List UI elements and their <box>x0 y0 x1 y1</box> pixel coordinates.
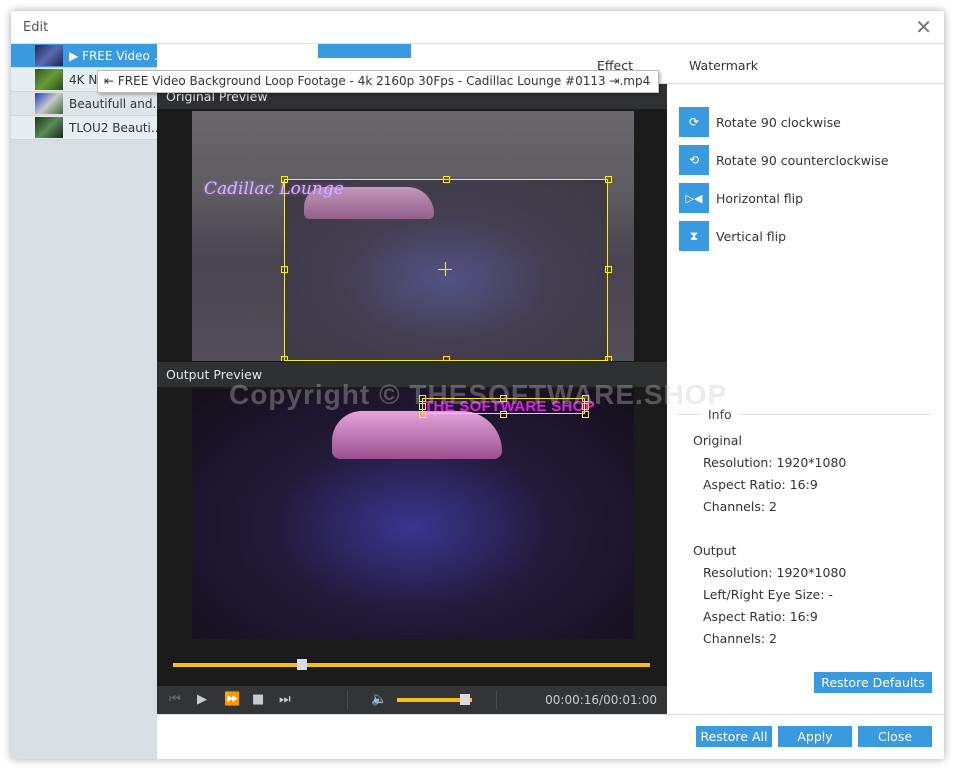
apply-button[interactable]: Apply <box>778 726 852 747</box>
volume-icon[interactable]: 🔈 <box>371 692 387 707</box>
preview-pane: Original Preview Cadillac Lounge Output … <box>157 84 667 714</box>
divider <box>347 691 348 709</box>
output-aspect-ratio: Aspect Ratio: 16:9 <box>703 609 818 624</box>
crop-handle[interactable] <box>605 176 612 183</box>
vertical-flip-button[interactable]: ⧗ Vertical flip <box>679 221 786 251</box>
skip-start-icon[interactable]: ⏮ <box>169 692 181 707</box>
original-channels: Channels: 2 <box>703 499 777 514</box>
file-list-item[interactable]: TLOU2 Beauti... <box>11 116 157 140</box>
rotate-ccw-button[interactable]: ⟲ Rotate 90 counterclockwise <box>679 145 889 175</box>
video-thumbnail <box>35 69 63 90</box>
watermark-handle[interactable] <box>582 411 589 418</box>
flip-horizontal-icon: ▷◀ <box>679 183 709 213</box>
file-name: Beautifull and... <box>69 96 157 111</box>
watermark-handle[interactable] <box>419 395 426 402</box>
watermark-handle[interactable] <box>582 395 589 402</box>
watermark-handle[interactable] <box>419 411 426 418</box>
action-label: Vertical flip <box>716 228 787 244</box>
action-label: Rotate 90 clockwise <box>716 114 841 130</box>
dialog-title: Edit <box>23 20 49 35</box>
close-button[interactable]: Close <box>858 726 932 747</box>
divider <box>496 691 497 709</box>
crop-handle[interactable] <box>281 176 288 183</box>
output-resolution: Resolution: 1920*1080 <box>703 565 847 580</box>
restore-defaults-button[interactable]: Restore Defaults <box>814 672 932 693</box>
watermark-handle[interactable] <box>500 411 507 418</box>
crop-handle[interactable] <box>605 266 612 273</box>
crop-handle[interactable] <box>443 356 450 361</box>
rotate-ccw-icon: ⟲ <box>679 145 709 175</box>
video-thumbnail <box>35 93 63 114</box>
tab-active[interactable] <box>318 44 411 58</box>
crosshair-icon <box>445 262 446 276</box>
crop-handle[interactable] <box>605 356 612 361</box>
original-video: Cadillac Lounge <box>192 111 634 361</box>
stop-icon[interactable]: ■ <box>252 692 264 707</box>
footer: Restore All Apply Close <box>157 714 944 759</box>
original-aspect-ratio: Aspect Ratio: 16:9 <box>703 477 818 492</box>
tab-watermark[interactable]: Watermark <box>689 44 758 84</box>
original-heading: Original <box>693 433 742 448</box>
seek-thumb[interactable] <box>296 659 307 670</box>
file-name: TLOU2 Beauti... <box>69 120 157 135</box>
output-video: THE SOFTWARE SHOP <box>192 389 634 639</box>
file-name: ▶ FREE Video ... <box>69 48 157 63</box>
play-icon[interactable]: ▶ <box>197 692 207 707</box>
output-channels: Channels: 2 <box>703 631 777 646</box>
playback-controls: ⏮ ▶ ⏩ ■ ⏭ 🔈 00:00:16/00:01:00 <box>157 686 667 714</box>
crop-box[interactable] <box>284 179 608 361</box>
original-resolution: Resolution: 1920*1080 <box>703 455 847 470</box>
title-bar: Edit ✕ <box>11 11 944 44</box>
edit-dialog: Edit ✕ ▶ FREE Video ... 4K Nature & Lan.… <box>11 11 944 759</box>
watermark-handle[interactable] <box>582 403 589 410</box>
file-list-item[interactable]: Beautifull and... <box>11 92 157 116</box>
fast-forward-icon[interactable]: ⏩ <box>224 692 240 707</box>
crop-handle[interactable] <box>443 176 450 183</box>
horizontal-flip-button[interactable]: ▷◀ Horizontal flip <box>679 183 803 213</box>
output-eye-size: Left/Right Eye Size: - <box>703 587 833 602</box>
rotate-panel: ⟳ Rotate 90 clockwise ⟲ Rotate 90 counte… <box>667 84 944 714</box>
car-shape <box>332 411 502 459</box>
action-label: Horizontal flip <box>716 190 804 206</box>
file-list-item[interactable]: ▶ FREE Video ... <box>11 44 157 68</box>
output-preview-header: Output Preview <box>157 362 667 387</box>
seek-bar[interactable] <box>173 659 650 670</box>
rotate-cw-icon: ⟳ <box>679 107 709 137</box>
crop-handle[interactable] <box>281 356 288 361</box>
watermark-handle[interactable] <box>500 395 507 402</box>
video-thumbnail <box>35 117 63 138</box>
action-label: Rotate 90 counterclockwise <box>716 152 889 168</box>
rotate-cw-button[interactable]: ⟳ Rotate 90 clockwise <box>679 107 841 137</box>
skip-end-icon[interactable]: ⏭ <box>279 692 291 707</box>
watermark-handle[interactable] <box>419 403 426 410</box>
filename-tooltip: ⇤ FREE Video Background Loop Footage - 4… <box>97 70 660 93</box>
time-readout: 00:00:16/00:01:00 <box>545 693 657 707</box>
output-heading: Output <box>693 543 737 558</box>
restore-all-button[interactable]: Restore All <box>696 726 772 747</box>
close-icon[interactable]: ✕ <box>915 17 932 37</box>
volume-thumb[interactable] <box>459 694 470 705</box>
flip-vertical-icon: ⧗ <box>679 221 709 251</box>
video-thumbnail <box>35 45 63 66</box>
info-title: Info <box>702 407 738 422</box>
file-list: ▶ FREE Video ... 4K Nature & Lan... Beau… <box>11 44 157 759</box>
crop-handle[interactable] <box>281 266 288 273</box>
